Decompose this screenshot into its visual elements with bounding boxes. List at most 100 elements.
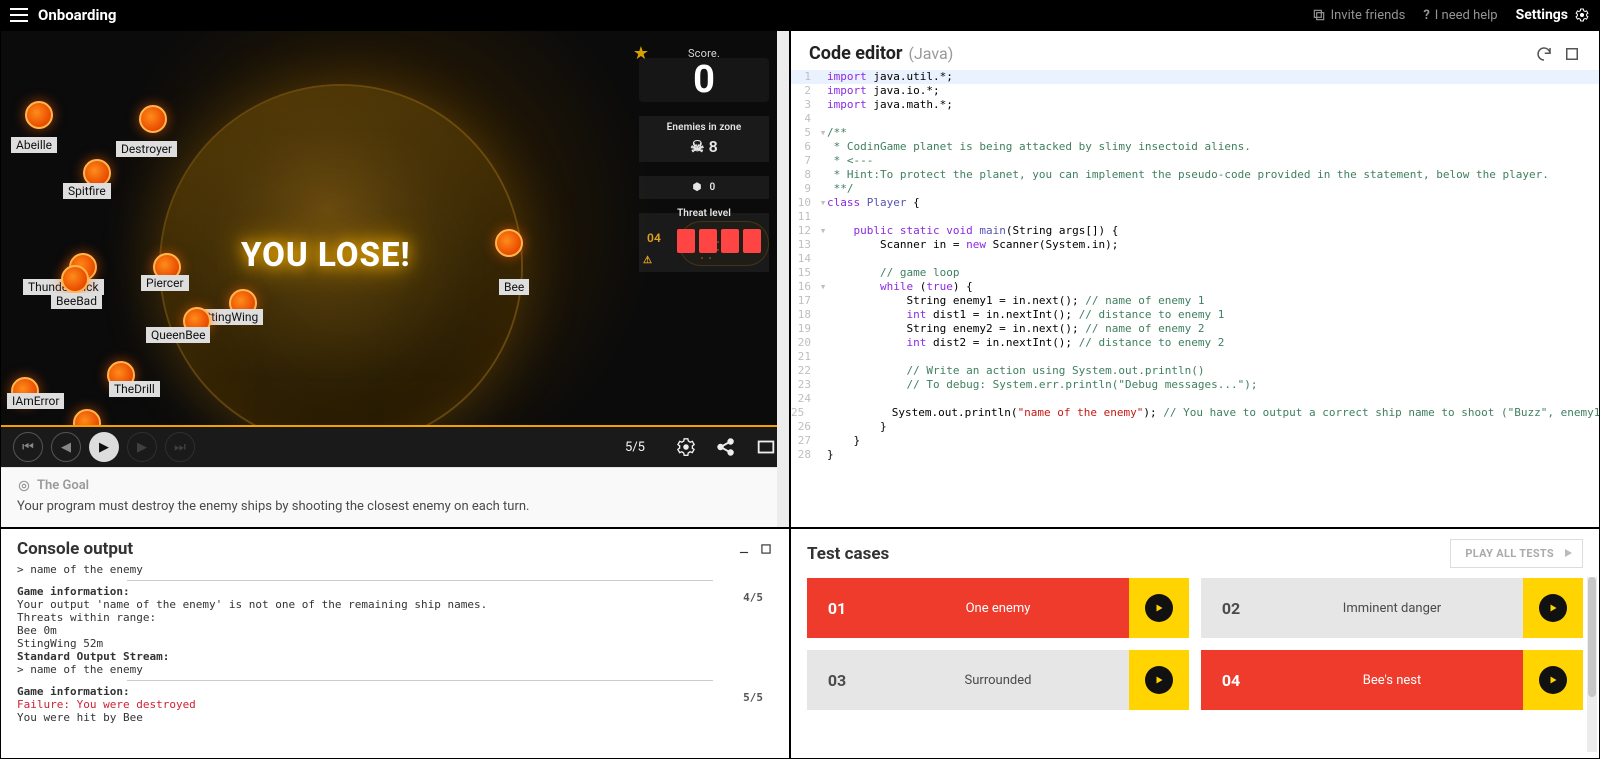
test-number: 01 (807, 578, 867, 638)
enemy-label: TheDrill (109, 381, 160, 397)
code-line[interactable]: 11 (791, 210, 1599, 224)
run-test-button[interactable] (1129, 578, 1189, 638)
menu-icon[interactable] (10, 8, 28, 22)
test-case[interactable]: 03Surrounded (807, 650, 1189, 710)
enemies-in-zone-block: Enemies in zone ☠ 8 (639, 116, 769, 162)
run-test-button[interactable] (1129, 650, 1189, 710)
turn-badge: 5/5 (743, 691, 763, 704)
bullet-icon: ⬢ (693, 182, 702, 193)
gear-icon[interactable] (1574, 7, 1590, 23)
share-icon[interactable] (715, 436, 737, 458)
code-line[interactable]: 6 * CodinGame planet is being attacked b… (791, 140, 1599, 154)
test-label: One enemy (867, 578, 1129, 638)
enemy-label: QueenBee (146, 327, 210, 343)
settings-link[interactable]: Settings (1516, 7, 1568, 23)
console-body[interactable]: > name of the enemy 4/5 Game information… (17, 563, 773, 748)
invite-icon (1312, 8, 1326, 22)
code-line[interactable]: 18 int dist1 = in.nextInt(); // distance… (791, 308, 1599, 322)
code-line[interactable]: 17 String enemy1 = in.next(); // name of… (791, 294, 1599, 308)
step-back-button[interactable]: ◀ (51, 432, 81, 462)
reset-icon[interactable] (1535, 45, 1553, 63)
threat-block: Enemies killed Threat level 04 ⚠ (639, 213, 769, 272)
code-line[interactable]: 9 **/ (791, 182, 1599, 196)
run-test-button[interactable] (1523, 578, 1583, 638)
editor-title: Code editor (809, 43, 903, 64)
play-all-tests-button[interactable]: PLAY ALL TESTS (1450, 539, 1583, 568)
code-line[interactable]: 2import java.io.*; (791, 84, 1599, 98)
fast-fwd-button[interactable]: ⏭ (165, 432, 195, 462)
code-line[interactable]: 23 // To debug: System.err.println("Debu… (791, 378, 1599, 392)
test-label: Imminent danger (1261, 578, 1523, 638)
code-line[interactable]: 12▾ public static void main(String args[… (791, 224, 1599, 238)
code-line[interactable]: 27 } (791, 434, 1599, 448)
code-line[interactable]: 15 // game loop (791, 266, 1599, 280)
goal-heading: The Goal (17, 478, 773, 493)
code-line[interactable]: 19 String enemy2 = in.next(); // name of… (791, 322, 1599, 336)
enemy-label: Spitfire (63, 183, 111, 199)
topbar: Onboarding Invite friends ? I need help … (0, 0, 1600, 30)
enemy-label: BeeBad (51, 293, 102, 309)
rewind-button[interactable]: ⏮ (13, 432, 43, 462)
help-link[interactable]: ? I need help (1423, 8, 1497, 23)
test-case[interactable]: 01One enemy (807, 578, 1189, 638)
test-number: 02 (1201, 578, 1261, 638)
code-line[interactable]: 3import java.math.*; (791, 98, 1599, 112)
maximize-icon[interactable] (1563, 45, 1581, 63)
code-line[interactable]: 7 * <--- (791, 154, 1599, 168)
viewer-settings-icon[interactable] (675, 436, 697, 458)
target-icon (17, 479, 31, 493)
player-controls: ⏮ ◀ ▶ ▶ ⏭ 5/5 (1, 427, 789, 467)
tests-title: Test cases (807, 544, 889, 564)
code-line[interactable]: 24 (791, 392, 1599, 406)
code-line[interactable]: 16▾ while (true) { (791, 280, 1599, 294)
skull-icon: ☠ (690, 137, 704, 156)
enemy-label: Piercer (141, 275, 189, 291)
score-label: Score. (639, 47, 769, 60)
code-line[interactable]: 13 Scanner in = new Scanner(System.in); (791, 238, 1599, 252)
play-button[interactable]: ▶ (89, 432, 119, 462)
enemy-label: IAmError (7, 393, 64, 409)
code-line[interactable]: 25 System.out.println("name of the enemy… (791, 406, 1599, 420)
minimize-icon[interactable] (737, 542, 751, 556)
test-label: Bee's nest (1261, 650, 1523, 710)
invite-friends-link[interactable]: Invite friends (1312, 8, 1406, 23)
turn-badge: 4/5 (743, 591, 763, 604)
maximize-console-icon[interactable] (759, 542, 773, 556)
code-line[interactable]: 28} (791, 448, 1599, 462)
test-case[interactable]: 04Bee's nest (1201, 650, 1583, 710)
viewer-scrollbar[interactable] (777, 31, 789, 527)
code-line[interactable]: 4 (791, 112, 1599, 126)
goal-text: Your program must destroy the enemy ship… (17, 499, 773, 514)
code-area[interactable]: 1import java.util.*;2import java.io.*;3i… (791, 68, 1599, 527)
test-label: Surrounded (867, 650, 1129, 710)
code-line[interactable]: 5▾/** (791, 126, 1599, 140)
code-line[interactable]: 14 (791, 252, 1599, 266)
enemy-label: Abeille (11, 137, 57, 153)
test-case[interactable]: 02Imminent danger (1201, 578, 1583, 638)
frame-counter: 5/5 (625, 440, 645, 455)
code-editor-panel: Code editor (Java) 1import java.util.*;2… (790, 30, 1600, 528)
you-lose-banner: YOU LOSE! (241, 236, 411, 275)
code-line[interactable]: 10▾class Player { (791, 196, 1599, 210)
enemy-label: Destroyer (116, 141, 177, 157)
code-line[interactable]: 20 int dist2 = in.nextInt(); // distance… (791, 336, 1599, 350)
code-line[interactable]: 21 (791, 350, 1599, 364)
code-line[interactable]: 26 } (791, 420, 1599, 434)
tests-panel: Test cases PLAY ALL TESTS 01One enemy02I… (790, 528, 1600, 759)
run-test-button[interactable] (1523, 650, 1583, 710)
code-line[interactable]: 8 * Hint:To protect the planet, you can … (791, 168, 1599, 182)
editor-lang: (Java) (909, 44, 954, 63)
code-line[interactable]: 1import java.util.*; (791, 70, 1599, 84)
question-icon: ? (1423, 8, 1429, 23)
step-fwd-button[interactable]: ▶ (127, 432, 157, 462)
console-title: Console output (17, 539, 133, 559)
enemy-dot (139, 105, 167, 133)
enemy-dot (73, 409, 101, 427)
tests-scrollbar[interactable] (1587, 577, 1597, 752)
page-title: Onboarding (38, 6, 116, 24)
enemy-dot (495, 229, 523, 257)
fullscreen-icon[interactable] (755, 436, 777, 458)
test-number: 04 (1201, 650, 1261, 710)
code-line[interactable]: 22 // Write an action using System.out.p… (791, 364, 1599, 378)
enemy-label: Bee (499, 279, 529, 295)
